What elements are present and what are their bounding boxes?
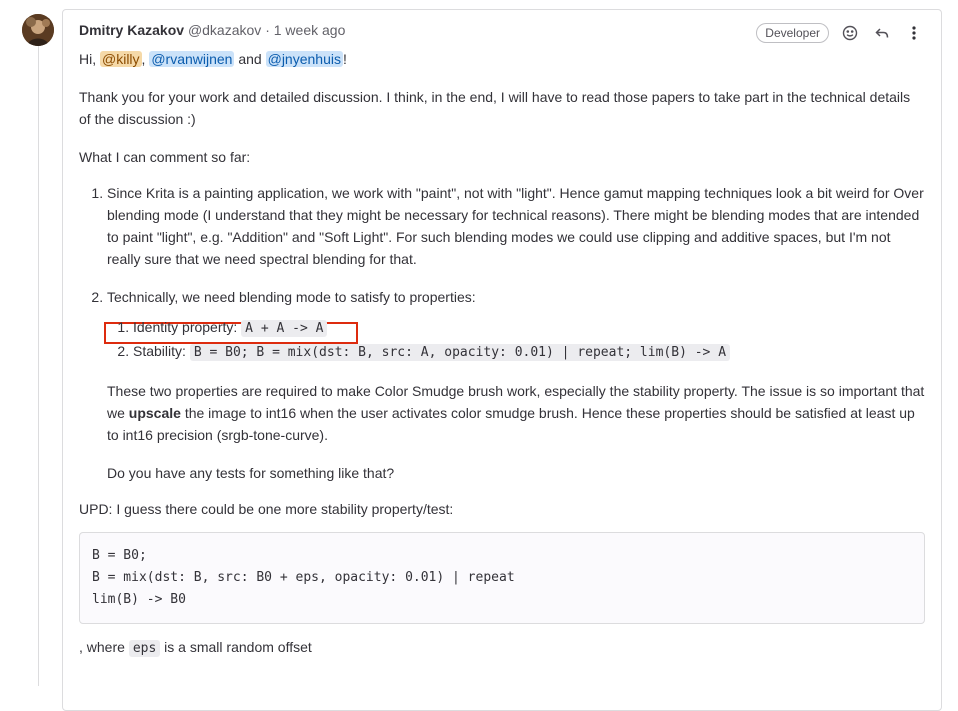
stability-label: Stability:: [133, 343, 190, 359]
sublist-item-identity: Identity property: A + A -> A: [133, 316, 925, 340]
greeting-and: and: [234, 51, 266, 67]
upscale-bold: upscale: [128, 405, 181, 421]
identity-label: Identity property:: [133, 319, 242, 335]
author-name[interactable]: Dmitry Kazakov: [79, 22, 184, 38]
more-vertical-icon[interactable]: [903, 22, 925, 44]
paragraph-eps: , where eps is a small random offset: [79, 636, 925, 660]
list-item-paint: Since Krita is a painting application, w…: [107, 182, 925, 270]
paragraph-comment-intro: What I can comment so far:: [79, 149, 251, 165]
paragraph-smudge: These two properties are required to mak…: [107, 380, 925, 446]
role-badge: Developer: [756, 23, 829, 43]
mention-rvanwijnen[interactable]: @rvanwijnen: [149, 51, 235, 67]
comment-card: Dmitry Kazakov @dkazakov · 1 week ago De…: [62, 9, 942, 711]
greeting: Hi, @killy, @rvanwijnen and @jnyenhuis!: [79, 48, 925, 70]
mention-jnyenhuis[interactable]: @jnyenhuis: [265, 51, 343, 67]
reply-icon[interactable]: [871, 22, 893, 44]
list-item-properties-intro: Technically, we need blending mode to sa…: [107, 289, 476, 305]
eps-text-a: , where: [79, 639, 129, 655]
greeting-end: !: [342, 51, 347, 67]
paragraph-thanks: Thank you for your work and detailed dis…: [79, 89, 911, 127]
eps-text-b: is a small random offset: [160, 639, 312, 655]
identity-code: A + A -> A: [241, 320, 328, 337]
thread-line: [38, 46, 39, 686]
comment-header: Dmitry Kazakov @dkazakov · 1 week ago De…: [79, 22, 925, 44]
smudge-text-b: the image to int16 when the user activat…: [107, 405, 915, 443]
list-item-paint-text: Since Krita is a painting application, w…: [107, 185, 924, 267]
mention-killy[interactable]: @killy: [100, 51, 142, 67]
author-handle[interactable]: @dkazakov: [188, 22, 261, 38]
header-actions: Developer: [756, 22, 925, 44]
separator-dot: ·: [265, 22, 270, 38]
properties-sublist: Identity property: A + A -> A Stability:…: [107, 316, 925, 364]
avatar[interactable]: [22, 14, 54, 46]
code-block: B = B0; B = mix(dst: B, src: B0 + eps, o…: [79, 532, 925, 624]
comment-time[interactable]: 1 week ago: [274, 22, 346, 38]
main-list: Since Krita is a painting application, w…: [79, 182, 925, 484]
paragraph-tests-question: Do you have any tests for something like…: [107, 465, 395, 481]
list-item-properties: Technically, we need blending mode to sa…: [107, 286, 925, 484]
greeting-text: Hi,: [79, 51, 100, 67]
eps-code: eps: [128, 640, 161, 657]
sublist-item-stability: Stability: B = B0; B = mix(dst: B, src: …: [133, 340, 925, 364]
smiley-icon[interactable]: [839, 22, 861, 44]
stability-code: B = B0; B = mix(dst: B, src: A, opacity:…: [189, 344, 731, 361]
paragraph-upd: UPD: I guess there could be one more sta…: [79, 501, 454, 517]
comment-body: Hi, @killy, @rvanwijnen and @jnyenhuis! …: [79, 48, 925, 660]
